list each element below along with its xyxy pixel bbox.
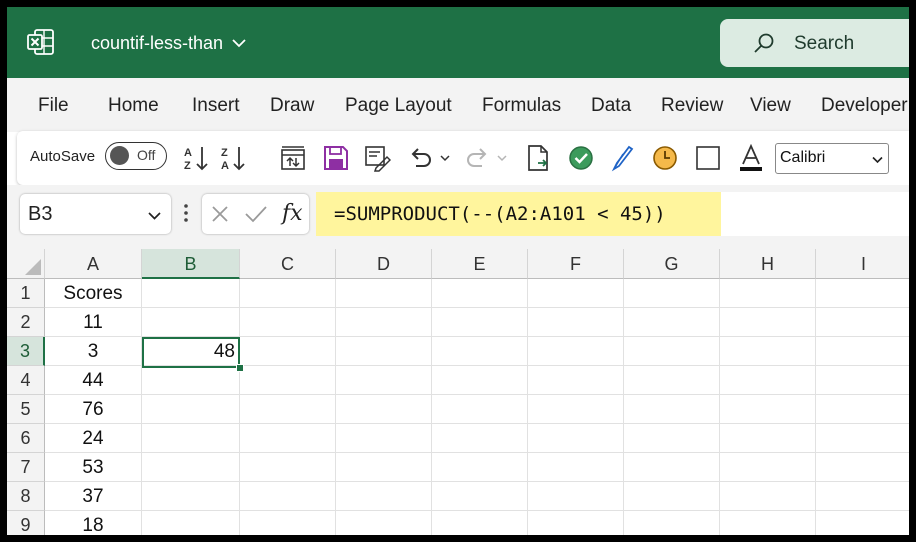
- row-header-1[interactable]: 1: [7, 279, 45, 308]
- row-header-8[interactable]: 8: [7, 482, 45, 511]
- font-color-icon[interactable]: [737, 144, 765, 172]
- name-box-value: B3: [28, 203, 53, 225]
- insert-function-icon[interactable]: fx: [282, 201, 303, 226]
- formula-input-extension[interactable]: [721, 192, 909, 236]
- chevron-down-icon[interactable]: [148, 209, 161, 222]
- excel-logo-icon: [27, 29, 54, 55]
- column-header-d[interactable]: D: [336, 249, 432, 279]
- svg-text:Z: Z: [184, 160, 191, 172]
- row-header-5[interactable]: 5: [7, 395, 45, 424]
- clock-icon[interactable]: [651, 144, 679, 172]
- cancel-icon[interactable]: [211, 205, 229, 223]
- redo-icon[interactable]: [464, 144, 492, 172]
- cell-b5[interactable]: [142, 395, 240, 424]
- svg-text:A: A: [221, 160, 229, 172]
- save-icon[interactable]: [322, 144, 350, 172]
- svg-text:Z: Z: [221, 147, 228, 159]
- autosave-label: AutoSave: [30, 148, 96, 165]
- search-icon: [754, 33, 774, 53]
- svg-text:A: A: [184, 147, 192, 159]
- formula-buttons: fx: [202, 194, 309, 234]
- cell-a5[interactable]: 76: [45, 395, 142, 424]
- search-box[interactable]: Search: [720, 19, 909, 67]
- cell-b9[interactable]: [142, 511, 240, 535]
- borders-icon[interactable]: [694, 144, 722, 172]
- menu-view[interactable]: View: [750, 95, 791, 117]
- cell-b8[interactable]: [142, 482, 240, 511]
- formula-text: =SUMPRODUCT(--(A2:A101 < 45)): [334, 203, 666, 225]
- excel-window: countif-less-than Search File Home Inser…: [7, 7, 909, 535]
- menu-developer[interactable]: Developer: [821, 95, 908, 117]
- row-header-6[interactable]: 6: [7, 424, 45, 453]
- document-icon[interactable]: [524, 144, 552, 172]
- toggle-knob: [110, 146, 129, 165]
- menu-page-layout[interactable]: Page Layout: [345, 95, 452, 117]
- redo-dropdown-chevron-icon[interactable]: [497, 153, 507, 163]
- menu-draw[interactable]: Draw: [270, 95, 314, 117]
- cell-a1[interactable]: Scores: [45, 279, 142, 308]
- formula-bar: B3 fx =SUMPRODUCT(--(A2:A101 < 45)): [7, 185, 909, 249]
- cell-b4[interactable]: [142, 366, 240, 395]
- title-bar: countif-less-than Search: [7, 7, 909, 78]
- more-options-icon[interactable]: [183, 202, 189, 224]
- row-header-7[interactable]: 7: [7, 453, 45, 482]
- column-header-b[interactable]: B: [142, 249, 240, 279]
- draw-pen-icon[interactable]: [609, 144, 637, 172]
- column-header-f[interactable]: F: [528, 249, 624, 279]
- column-header-h[interactable]: H: [720, 249, 816, 279]
- cell-b2[interactable]: [142, 308, 240, 337]
- fill-handle[interactable]: [236, 364, 244, 372]
- cell-a6[interactable]: 24: [45, 424, 142, 453]
- column-header-c[interactable]: C: [240, 249, 336, 279]
- cell-b7[interactable]: [142, 453, 240, 482]
- chevron-down-icon: [872, 156, 883, 164]
- column-header-e[interactable]: E: [432, 249, 528, 279]
- cell-a4[interactable]: 44: [45, 366, 142, 395]
- row-header-2[interactable]: 2: [7, 308, 45, 337]
- document-title[interactable]: countif-less-than: [91, 33, 223, 54]
- cell-b6[interactable]: [142, 424, 240, 453]
- select-all-corner[interactable]: [7, 249, 45, 279]
- menu-insert[interactable]: Insert: [192, 95, 240, 117]
- cell-b3[interactable]: 48: [142, 337, 240, 366]
- cell-a8[interactable]: 37: [45, 482, 142, 511]
- row-header-3[interactable]: 3: [7, 337, 45, 366]
- undo-dropdown-chevron-icon[interactable]: [440, 153, 450, 163]
- cell-b1[interactable]: [142, 279, 240, 308]
- empty-cells-region[interactable]: [240, 279, 909, 535]
- menu-formulas[interactable]: Formulas: [482, 95, 561, 117]
- autosave-toggle[interactable]: Off: [105, 142, 167, 170]
- column-header-a[interactable]: A: [45, 249, 142, 279]
- name-box[interactable]: B3: [20, 194, 171, 234]
- cell-a3[interactable]: 3: [45, 337, 142, 366]
- cell-a7[interactable]: 53: [45, 453, 142, 482]
- font-name-select[interactable]: Calibri: [775, 143, 889, 174]
- menu-file[interactable]: File: [38, 95, 69, 117]
- select-all-triangle-icon: [25, 259, 41, 275]
- font-name-value: Calibri: [780, 149, 826, 166]
- quick-access-toolbar: AutoSave Off A Z Z A Calibri: [17, 131, 909, 185]
- spreadsheet-grid: A B C D E F G H I 1 Scores 2 11 3 3 48 4…: [7, 249, 909, 535]
- formula-input[interactable]: =SUMPRODUCT(--(A2:A101 < 45)): [316, 192, 721, 236]
- form-icon[interactable]: [363, 144, 391, 172]
- refresh-all-icon[interactable]: [279, 144, 307, 172]
- column-header-g[interactable]: G: [624, 249, 720, 279]
- menu-data[interactable]: Data: [591, 95, 631, 117]
- menu-home[interactable]: Home: [108, 95, 159, 117]
- row-header-4[interactable]: 4: [7, 366, 45, 395]
- sort-ascending-icon[interactable]: A Z: [183, 144, 211, 172]
- menu-bar: File Home Insert Draw Page Layout Formul…: [7, 78, 909, 132]
- menu-review[interactable]: Review: [661, 95, 723, 117]
- autosave-state: Off: [137, 147, 156, 163]
- chevron-down-icon[interactable]: [231, 35, 247, 51]
- sort-descending-icon[interactable]: Z A: [220, 144, 248, 172]
- accessibility-checker-icon[interactable]: [567, 144, 595, 172]
- enter-check-icon[interactable]: [244, 205, 268, 223]
- row-header-9[interactable]: 9: [7, 511, 45, 535]
- cell-a9[interactable]: 18: [45, 511, 142, 535]
- column-header-i[interactable]: I: [816, 249, 909, 279]
- cell-a2[interactable]: 11: [45, 308, 142, 337]
- search-label: Search: [794, 33, 855, 54]
- undo-icon[interactable]: [406, 144, 434, 172]
